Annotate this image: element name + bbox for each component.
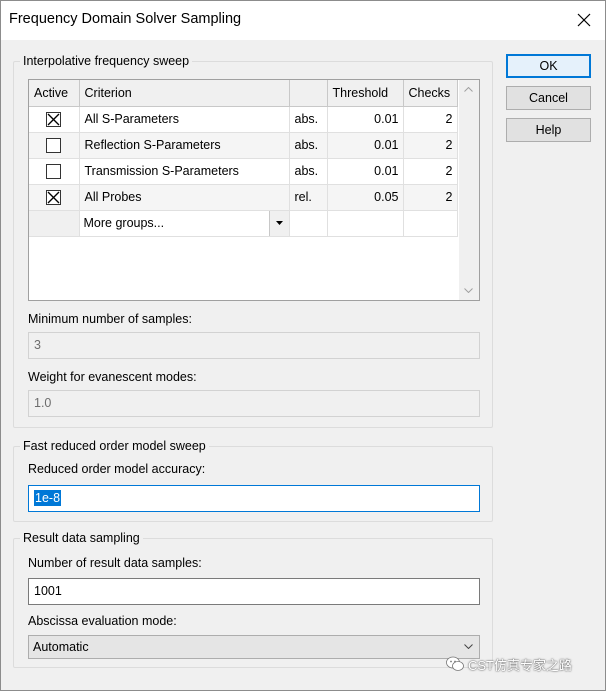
table-header-row: Active Criterion Threshold Checks (29, 80, 458, 107)
weight-label: Weight for evanescent modes: (28, 370, 197, 384)
table-row: All S-Parameters abs. 0.01 2 (29, 106, 458, 133)
min-samples-label: Minimum number of samples: (28, 312, 192, 326)
min-samples-field[interactable]: 3 (28, 332, 480, 359)
abscissa-mode-value: Automatic (33, 640, 89, 654)
col-header-mode[interactable] (289, 80, 328, 107)
mode-cell[interactable]: rel. (289, 184, 328, 211)
threshold-cell[interactable]: 0.01 (327, 132, 404, 159)
threshold-cell[interactable]: 0.01 (327, 158, 404, 185)
criteria-grid: Active Criterion Threshold Checks All S-… (28, 79, 480, 301)
close-button[interactable] (570, 6, 598, 34)
active-checkbox[interactable] (46, 163, 62, 179)
dialog-body: Interpolative frequency sweep Active Cri… (1, 40, 605, 690)
active-checkbox-cell[interactable] (29, 158, 80, 185)
table-row: Transmission S-Parameters abs. 0.01 2 (29, 158, 458, 185)
criteria-table: Active Criterion Threshold Checks All S-… (29, 80, 458, 237)
col-header-threshold[interactable]: Threshold (327, 80, 404, 107)
threshold-cell[interactable]: 0.01 (327, 106, 404, 133)
mode-cell[interactable]: abs. (289, 106, 328, 133)
empty-cell (29, 210, 80, 237)
chevron-down-icon (275, 220, 283, 225)
threshold-cell[interactable]: 0.05 (327, 184, 404, 211)
title-bar: Frequency Domain Solver Sampling (0, 0, 606, 40)
weight-field[interactable]: 1.0 (28, 390, 480, 417)
ok-button[interactable]: OK (506, 54, 591, 78)
result-samples-field[interactable]: 1001 (28, 578, 480, 605)
help-button[interactable]: Help (506, 118, 591, 142)
result-samples-label: Number of result data samples: (28, 556, 202, 570)
rom-accuracy-field[interactable]: 1e-8 (28, 485, 480, 512)
scroll-down-icon[interactable] (464, 288, 473, 293)
active-checkbox-cell[interactable] (29, 132, 80, 159)
watermark-text: CST仿真专家之路 (468, 657, 573, 673)
criterion-cell: All S-Parameters (79, 106, 290, 133)
criteria-table-body: All S-Parameters abs. 0.01 2 Reflection … (29, 106, 458, 237)
rom-accuracy-value: 1e-8 (34, 490, 62, 506)
active-checkbox-cell[interactable] (29, 184, 80, 211)
checkmark-icon (47, 191, 60, 204)
criterion-cell: All Probes (79, 184, 290, 211)
col-header-active[interactable]: Active (29, 80, 80, 107)
active-checkbox[interactable] (46, 189, 62, 205)
checks-cell[interactable]: 2 (403, 158, 458, 185)
empty-cell (327, 210, 404, 237)
cancel-button[interactable]: Cancel (506, 86, 591, 110)
scroll-up-icon[interactable] (464, 87, 473, 92)
abscissa-mode-select[interactable]: Automatic (28, 635, 480, 659)
checkmark-icon (47, 113, 60, 126)
col-header-criterion[interactable]: Criterion (79, 80, 290, 107)
grid-vertical-scrollbar[interactable] (459, 80, 479, 300)
active-checkbox-cell[interactable] (29, 106, 80, 133)
empty-cell (403, 210, 458, 237)
result-sampling-group: Result data sampling Number of result da… (13, 531, 493, 668)
fast-rom-title: Fast reduced order model sweep (20, 439, 209, 453)
checks-cell[interactable]: 2 (403, 106, 458, 133)
more-groups-dropdown[interactable]: More groups... (79, 210, 290, 237)
close-icon (577, 13, 591, 27)
col-header-checks[interactable]: Checks (403, 80, 458, 107)
wechat-icon (446, 656, 464, 671)
mode-cell[interactable]: abs. (289, 158, 328, 185)
empty-cell (289, 210, 328, 237)
result-sampling-title: Result data sampling (20, 531, 143, 545)
dropdown-arrow-button[interactable] (268, 210, 288, 235)
table-row: All Probes rel. 0.05 2 (29, 184, 458, 211)
table-row: Reflection S-Parameters abs. 0.01 2 (29, 132, 458, 159)
more-groups-row: More groups... (29, 210, 458, 237)
fast-rom-group: Fast reduced order model sweep Reduced o… (13, 439, 493, 522)
watermark: CST仿真专家之路 (446, 654, 572, 674)
active-checkbox[interactable] (46, 137, 62, 153)
chevron-down-icon (464, 644, 473, 649)
abscissa-mode-label: Abscissa evaluation mode: (28, 614, 177, 628)
more-groups-label: More groups... (83, 216, 165, 230)
criterion-cell: Transmission S-Parameters (79, 158, 290, 185)
checks-cell[interactable]: 2 (403, 132, 458, 159)
active-checkbox[interactable] (46, 111, 62, 127)
checks-cell[interactable]: 2 (403, 184, 458, 211)
window-title: Frequency Domain Solver Sampling (9, 11, 242, 27)
interpolative-sweep-title: Interpolative frequency sweep (20, 54, 193, 68)
rom-accuracy-label: Reduced order model accuracy: (28, 462, 206, 476)
interpolative-sweep-group: Interpolative frequency sweep Active Cri… (13, 54, 493, 428)
criterion-cell: Reflection S-Parameters (79, 132, 290, 159)
mode-cell[interactable]: abs. (289, 132, 328, 159)
